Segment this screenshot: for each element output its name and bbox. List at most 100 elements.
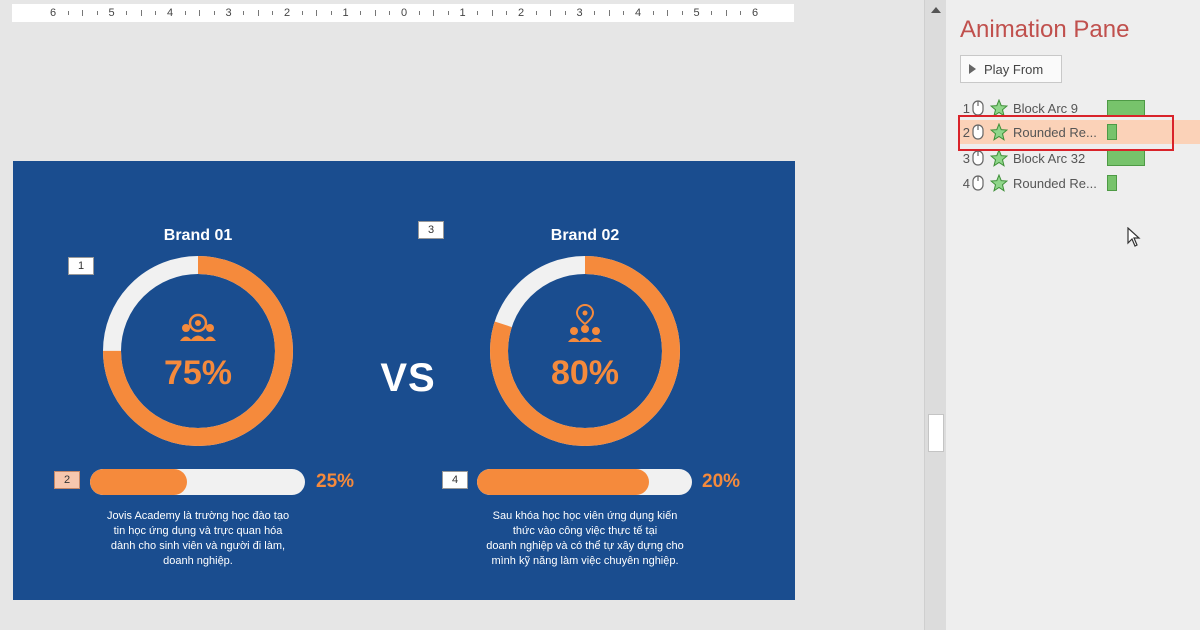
animation-tag-2: 2 (54, 471, 80, 489)
brand1-desc-line: dành cho sinh viên và người đi làm, (110, 540, 286, 552)
brand1-desc-line: Jovis Academy là trường học đào tạo (106, 510, 290, 522)
ruler-tick (506, 11, 508, 15)
ruler-tick (213, 11, 215, 15)
ruler-number: 2 (517, 7, 525, 19)
ruler-tick (433, 10, 435, 16)
animation-order: 3 (962, 150, 970, 166)
scroll-thumb[interactable] (928, 414, 944, 452)
animation-tag-1: 1 (68, 257, 94, 275)
ruler-tick (477, 11, 479, 15)
mouse-click-icon (972, 100, 984, 116)
ruler-tick (82, 10, 84, 16)
ruler-tick (652, 11, 654, 15)
timing-bar[interactable] (1107, 150, 1145, 166)
animation-name: Block Arc 32 (1013, 150, 1086, 166)
timing-bar[interactable] (1107, 124, 1117, 140)
animation-item-2[interactable]: 2 Rounded Re... (960, 120, 1200, 144)
vertical-scrollbar[interactable] (924, 0, 946, 630)
scroll-up-button[interactable] (929, 4, 943, 16)
play-from-button[interactable]: Play From (960, 55, 1062, 83)
ruler-tick (418, 11, 420, 15)
ruler-tick (96, 11, 98, 15)
brand2-donut-chart[interactable]: 80% (489, 255, 681, 447)
brand1-donut-chart[interactable]: 75% (102, 255, 294, 447)
animation-pane-title: Animation Pane (960, 16, 1130, 43)
brand2-desc-line: Sau khóa học học viên ứng dụng kiến (492, 510, 678, 522)
brand2-title[interactable]: Brand 02 (485, 227, 685, 245)
animation-item-3[interactable]: 3 Block Arc 32 (960, 146, 1200, 170)
emphasis-star-icon (990, 149, 1008, 167)
animation-order: 2 (962, 124, 970, 140)
ruler-tick (330, 11, 332, 15)
animation-name: Rounded Re... (1013, 124, 1097, 140)
chevron-up-icon (931, 7, 941, 13)
brand2-desc-line: doanh nghiệp và có thể tự xây dựng cho (486, 540, 684, 552)
animation-tag-4: 4 (442, 471, 468, 489)
vs-label[interactable]: VS (373, 356, 443, 401)
location-team-icon (568, 303, 602, 342)
animation-name: Block Arc 9 (1013, 100, 1079, 116)
brand2-desc-line: mình kỹ năng làm việc chuyên nghiệp. (491, 555, 679, 567)
ruler-number: 1 (459, 7, 466, 19)
brand1-progress-fill (90, 469, 187, 495)
slide-canvas[interactable]: Brand 01 Brand 02 1 3 75% 80% VS 2 25% 4… (13, 161, 795, 600)
brand1-progress-bar[interactable] (90, 469, 305, 495)
brand2-desc-line: thức vào công việc thực tế tại (512, 525, 658, 537)
ruler-tick (623, 11, 625, 15)
ruler-tick (374, 10, 376, 16)
mouse-click-icon (972, 175, 984, 191)
play-from-label: Play From (984, 61, 1044, 77)
horizontal-ruler: 6 5 4 3 2 1 0 1 2 3 4 5 6 (12, 4, 794, 22)
animation-order: 1 (962, 100, 970, 116)
mouse-click-icon (972, 150, 984, 166)
animation-tag-3: 3 (418, 221, 444, 239)
ruler-number: 6 (49, 7, 57, 19)
ruler-tick (199, 10, 201, 16)
ruler-tick (564, 11, 566, 15)
ruler-tick (243, 11, 245, 15)
ruler-tick (272, 11, 274, 15)
ruler-tick (301, 11, 303, 15)
ruler-number: 2 (283, 7, 291, 19)
emphasis-star-icon (990, 99, 1008, 117)
brand2-bar-label: 20% (702, 471, 741, 492)
brand2-donut-label: 80% (551, 354, 619, 392)
brand1-desc-line: doanh nghiệp. (163, 555, 233, 567)
ruler-tick (711, 11, 713, 15)
brand1-desc-line: tin học ứng dụng và trực quan hóa (113, 525, 283, 537)
timing-bar[interactable] (1107, 100, 1145, 116)
ruler-tick (535, 11, 537, 15)
animation-item-1[interactable]: 1 Block Arc 9 (960, 96, 1200, 120)
ruler-number: 1 (342, 7, 349, 19)
animation-name: Rounded Re... (1013, 175, 1097, 191)
brand2-progress-fill (477, 469, 649, 495)
animation-order: 4 (962, 175, 970, 191)
ruler-tick (740, 11, 742, 15)
ruler-number: 3 (576, 7, 583, 19)
mouse-click-icon (972, 124, 984, 140)
ruler-tick (594, 11, 596, 15)
ruler-tick (126, 11, 128, 15)
ruler-number: 0 (400, 7, 408, 19)
ruler-number: 3 (225, 7, 232, 19)
brand1-description[interactable]: Jovis Academy là trường học đào tạo tin … (68, 509, 328, 569)
emphasis-star-icon (990, 174, 1008, 192)
ruler-tick (360, 11, 362, 15)
ruler-number: 5 (108, 7, 115, 19)
brand1-title[interactable]: Brand 01 (98, 227, 298, 245)
ruler-tick (491, 10, 493, 16)
ruler-tick (316, 10, 318, 16)
brand2-progress-bar[interactable] (477, 469, 692, 495)
play-icon (969, 64, 976, 74)
ruler-tick (447, 11, 449, 15)
timing-bar[interactable] (1107, 175, 1117, 191)
brand2-description[interactable]: Sau khóa học học viên ứng dụng kiến thức… (455, 509, 715, 569)
animation-item-4[interactable]: 4 Rounded Re... (960, 171, 1200, 195)
ruler-number: 4 (634, 7, 642, 19)
ruler-tick (140, 10, 142, 16)
ruler-tick (681, 11, 683, 15)
ruler-tick (389, 11, 391, 15)
ruler-tick (155, 11, 157, 15)
brand1-bar-label: 25% (316, 471, 355, 492)
ruler-tick (608, 10, 610, 16)
